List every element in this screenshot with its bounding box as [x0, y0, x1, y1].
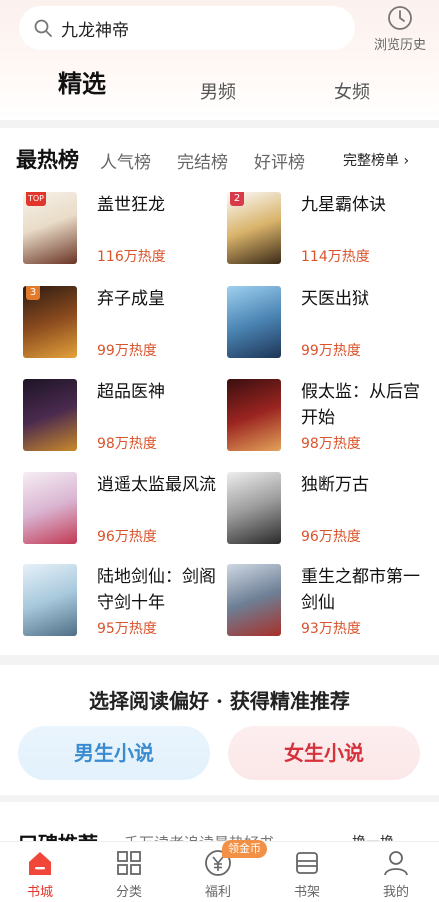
book-cover [227, 472, 281, 544]
book-cover [23, 472, 77, 544]
nav-category[interactable]: 分类 [99, 848, 159, 900]
male-novels-button[interactable]: 男生小说 [18, 726, 210, 780]
book-item[interactable]: 逍遥太监最风流 96万热度 [23, 472, 223, 552]
ranking-header: 最热榜 人气榜 完结榜 好评榜 完整榜单 › [0, 142, 439, 176]
book-item[interactable]: 3 弃子成皇 99万热度 [23, 286, 223, 366]
preference-section: 选择阅读偏好 · 获得精准推荐 男生小说 女生小说 [0, 665, 439, 795]
ranking-section: 最热榜 人气榜 完结榜 好评榜 完整榜单 › TOP 盖世狂龙 116万热度 2… [0, 128, 439, 655]
book-cover [227, 379, 281, 451]
book-heat: 98万热度 [97, 436, 157, 452]
channel-tabs: 精选 男频 女频 [0, 68, 439, 108]
rank-tab-popular[interactable]: 人气榜 [100, 148, 151, 173]
book-title: 陆地剑仙：剑阁守剑十年 [97, 567, 216, 613]
ranking-title: 最热榜 [16, 147, 79, 172]
book-heat: 98万热度 [301, 436, 361, 452]
clock-icon [388, 6, 412, 30]
history-button[interactable]: 浏览历史 [368, 4, 432, 53]
rank-tab-rated[interactable]: 好评榜 [254, 148, 305, 173]
book-cover [23, 564, 77, 636]
bottom-nav: 书城 分类 福利 领金币 书架 我的 [0, 840, 439, 902]
book-title: 逍遥太监最风流 [97, 475, 216, 495]
book-title: 假太监：从后宫开始 [301, 382, 420, 428]
tab-featured[interactable]: 精选 [58, 64, 106, 99]
book-title: 超品医神 [97, 382, 165, 402]
nav-label: 我的 [382, 885, 409, 900]
book-title: 九星霸体诀 [301, 195, 386, 215]
book-item[interactable]: 超品医神 98万热度 [23, 379, 223, 459]
rank-badge: 3 [26, 286, 40, 300]
book-item[interactable]: 2 九星霸体诀 114万热度 [227, 192, 427, 272]
book-heat: 99万热度 [301, 343, 361, 359]
tab-male[interactable]: 男频 [200, 78, 236, 104]
coin-badge: 领金币 [222, 840, 267, 858]
search-query: 九龙神帝 [61, 20, 129, 41]
search-bar[interactable]: 九龙神帝 [19, 6, 355, 50]
bookshelf-icon [296, 852, 318, 874]
nav-label: 分类 [115, 885, 142, 900]
nav-bookstore[interactable]: 书城 [10, 848, 70, 900]
full-ranking-link[interactable]: 完整榜单 › [343, 150, 409, 170]
nav-label: 福利 [204, 885, 231, 900]
book-heat: 96万热度 [301, 529, 361, 545]
book-title: 天医出狱 [301, 289, 369, 309]
book-item[interactable]: 重生之都市第一剑仙 93万热度 [227, 564, 427, 644]
history-label: 浏览历史 [373, 38, 426, 53]
book-cover: TOP [23, 192, 77, 264]
book-title: 独断万古 [301, 475, 369, 495]
grid-icon [117, 851, 141, 875]
nav-profile[interactable]: 我的 [366, 848, 426, 900]
nav-label: 书架 [293, 885, 320, 900]
recommend-title: 口碑推荐 [18, 828, 98, 842]
female-novels-button[interactable]: 女生小说 [228, 726, 420, 780]
book-item[interactable]: 独断万古 96万热度 [227, 472, 427, 552]
book-item[interactable]: 假太监：从后宫开始 98万热度 [227, 379, 427, 459]
book-heat: 99万热度 [97, 343, 157, 359]
book-title: 弃子成皇 [97, 289, 165, 309]
recommend-section: 口碑推荐 千万读者追读最热好书 换一换 [0, 802, 439, 842]
profile-icon [384, 851, 408, 876]
preference-title: 选择阅读偏好 · 获得精准推荐 [89, 689, 350, 713]
rank-badge: TOP [26, 192, 46, 206]
book-heat: 95万热度 [97, 621, 157, 637]
tab-female[interactable]: 女频 [334, 78, 370, 104]
book-item[interactable]: TOP 盖世狂龙 116万热度 [23, 192, 223, 272]
book-heat: 96万热度 [97, 529, 157, 545]
rank-tab-completed[interactable]: 完结榜 [177, 148, 228, 173]
book-cover [227, 286, 281, 358]
search-icon [34, 19, 52, 37]
rank-badge: 2 [230, 192, 244, 206]
book-title: 盖世狂龙 [97, 195, 165, 215]
book-item[interactable]: 陆地剑仙：剑阁守剑十年 95万热度 [23, 564, 223, 644]
book-title: 重生之都市第一剑仙 [301, 567, 420, 613]
nav-bookshelf[interactable]: 书架 [277, 848, 337, 900]
book-item[interactable]: 天医出狱 99万热度 [227, 286, 427, 366]
book-cover: 2 [227, 192, 281, 264]
book-heat: 93万热度 [301, 621, 361, 637]
book-cover [227, 564, 281, 636]
book-heat: 116万热度 [97, 249, 166, 265]
home-icon [29, 852, 51, 875]
book-cover [23, 379, 77, 451]
nav-label: 书城 [26, 885, 53, 900]
header: 九龙神帝 浏览历史 精选 男频 女频 [0, 0, 439, 120]
book-cover: 3 [23, 286, 77, 358]
book-heat: 114万热度 [301, 249, 370, 265]
